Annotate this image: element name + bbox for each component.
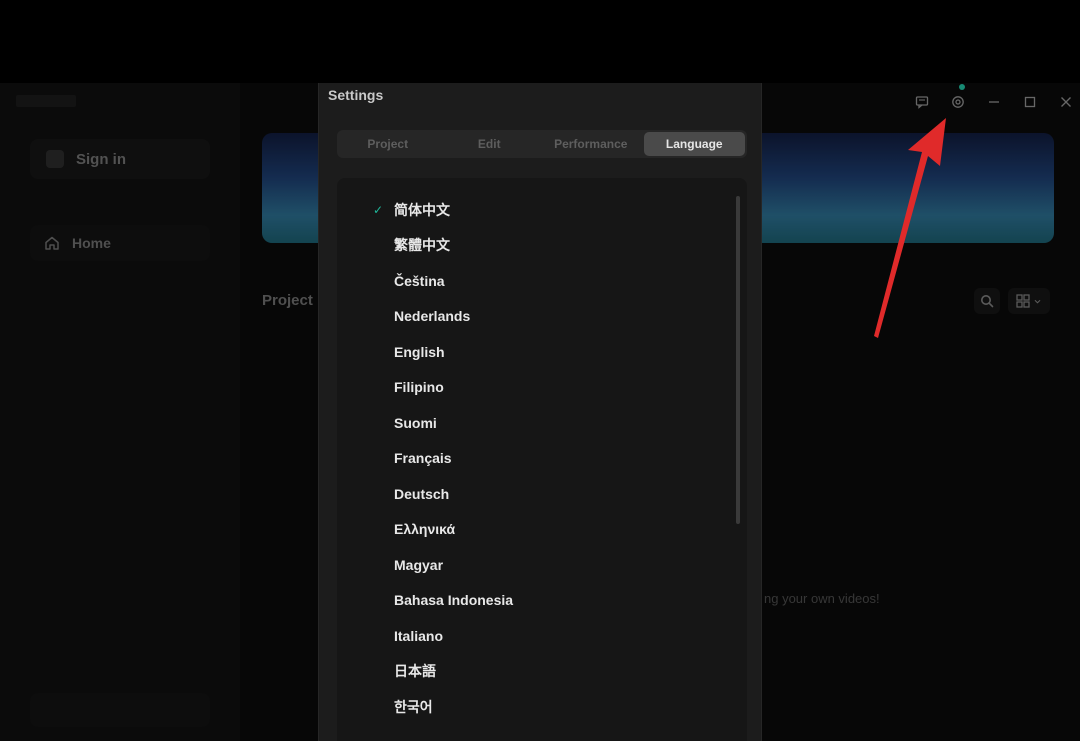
tab-performance[interactable]: Performance [540,130,642,158]
minimize-button[interactable] [976,91,1012,113]
feedback-icon [915,96,929,109]
language-label: Ελληνικά [394,521,456,537]
projects-title: Project [262,292,313,309]
maximize-icon [1024,96,1036,108]
app-logo [16,95,76,107]
view-toggle-button[interactable] [1008,288,1050,314]
maximize-button[interactable] [1012,91,1048,113]
list-item[interactable]: Français [337,443,727,473]
list-item[interactable]: Ελληνικά [337,514,727,544]
sidebar: Sign in Home [0,83,240,741]
list-item[interactable]: Italiano [337,621,727,651]
list-item[interactable]: 日本語 [337,656,727,686]
list-item[interactable]: 한국어 [337,692,727,722]
language-label: English [394,344,445,360]
language-list: ✓ 简体中文 繁體中文 Čeština Nederlands English Fi… [337,178,747,741]
close-icon [1061,97,1071,107]
search-icon [981,295,994,308]
dialog-title: Settings [328,87,384,103]
language-label: Magyar [394,557,444,573]
list-item[interactable]: Filipino [337,372,727,402]
language-label: Čeština [394,273,445,289]
close-button[interactable] [1048,91,1080,113]
list-item[interactable]: Deutsch [337,479,727,509]
list-item[interactable]: Bahasa Indonesia [337,585,727,615]
sidebar-item-label: Home [72,235,111,251]
empty-projects-hint: ng your own videos! [764,591,880,606]
sign-in-label: Sign in [76,150,126,168]
settings-tabs: Project Edit Performance Language [337,130,747,158]
settings-dialog: Settings Project Edit Performance Langua… [318,83,762,741]
avatar [46,150,64,168]
list-item[interactable]: Čeština [337,266,727,296]
list-item[interactable]: Nederlands [337,301,727,331]
language-label: Français [394,450,452,466]
sign-in-button[interactable]: Sign in [30,139,210,179]
scrollbar[interactable] [736,196,740,524]
letterbox-top [0,0,1080,83]
tab-language[interactable]: Language [643,132,745,156]
language-label: Bahasa Indonesia [394,592,514,608]
gear-icon [952,96,964,108]
language-label: 繁體中文 [394,237,450,253]
list-item[interactable]: 繁體中文 [337,230,727,260]
minimize-icon [989,101,999,103]
settings-button[interactable] [940,91,976,113]
list-item[interactable]: ✓ 简体中文 [337,195,727,225]
chevron-down-icon [1034,299,1041,304]
window-controls [904,91,1080,113]
grid-view-icon [1016,294,1030,308]
tab-project[interactable]: Project [337,130,439,158]
notification-dot [959,84,965,90]
language-label: 简体中文 [394,202,450,218]
search-button[interactable] [974,288,1000,314]
language-label: 한국어 [394,699,433,715]
language-label: Nederlands [394,308,471,324]
language-label: Deutsch [394,486,450,502]
language-label: 日本語 [394,663,436,679]
sidebar-bottom-item[interactable] [30,693,210,727]
language-label: Suomi [394,415,437,431]
feedback-button[interactable] [904,91,940,113]
language-label: Filipino [394,379,444,395]
home-icon [45,236,59,250]
sidebar-item-home[interactable]: Home [30,225,210,261]
tab-edit[interactable]: Edit [439,130,541,158]
list-item[interactable]: Magyar [337,550,727,580]
language-label: Italiano [394,628,444,644]
check-icon: ✓ [373,203,384,217]
list-item[interactable]: Suomi [337,408,727,438]
list-item[interactable]: English [337,337,727,367]
